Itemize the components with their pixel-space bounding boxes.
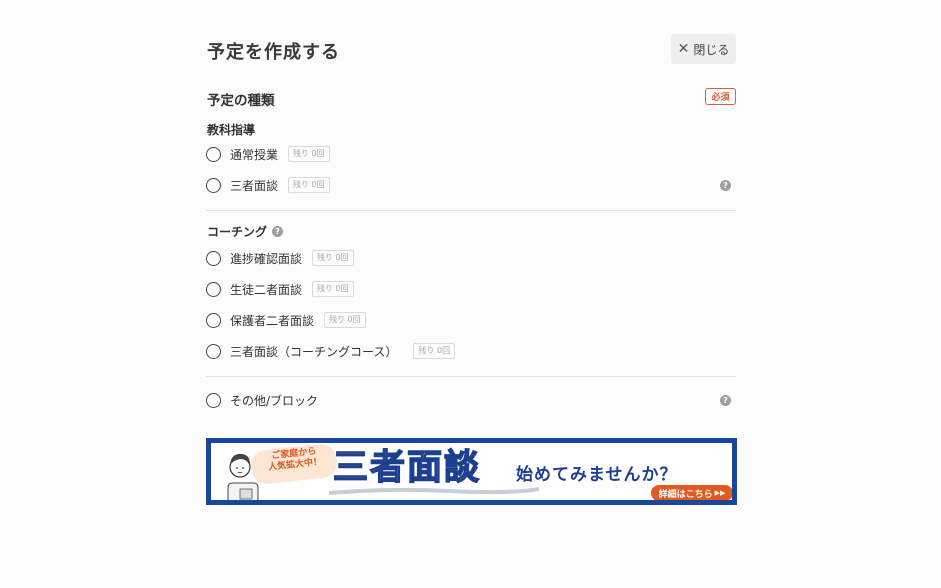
option-label: 通常授業 <box>230 147 279 162</box>
remaining-badge: 残り 0回 <box>324 312 366 328</box>
required-badge: 必須 <box>705 88 736 105</box>
divider <box>206 210 736 211</box>
schedule-type-title: 予定の種類 <box>207 93 275 109</box>
remaining-badge: 残り 0回 <box>312 250 354 266</box>
remaining-badge: 残り 0回 <box>288 177 330 193</box>
radio-button[interactable] <box>206 392 221 408</box>
banner-headline: 三者面談 <box>332 447 482 488</box>
close-button-label: 閉じる <box>693 42 730 57</box>
radio-button[interactable] <box>206 177 221 193</box>
divider <box>206 376 736 377</box>
remaining-badge: 残り 0回 <box>288 146 330 162</box>
radio-button[interactable] <box>206 343 221 359</box>
option-label: 保護者二者面談 <box>230 313 315 328</box>
option-regular-class[interactable]: 通常授業 残り 0回 <box>206 144 330 164</box>
group-title-label: 教科指導 <box>207 123 256 137</box>
page-title: 予定を作成する <box>207 42 340 63</box>
radio-button[interactable] <box>206 312 221 328</box>
option-student-meeting[interactable]: 生徒二者面談 残り 0回 <box>206 279 354 299</box>
three-party-meeting-banner[interactable]: ご家庭から 人気拡大中！ 三者面談 始めてみませんか？ 詳細はこちら ▶▶ <box>206 438 737 505</box>
banner-subline: 始めてみませんか？ <box>516 465 678 485</box>
option-progress-meeting[interactable]: 進捗確認面談 残り 0回 <box>206 248 354 268</box>
close-icon: ✕ <box>677 41 690 57</box>
play-arrow-icon: ▶▶ <box>714 489 726 497</box>
create-schedule-modal: 予定を作成する ✕ 閉じる 予定の種類 必須 教科指導 通常授業 残り 0回 三… <box>0 0 941 588</box>
banner-cta-button[interactable]: 詳細はこちら ▶▶ <box>651 485 732 500</box>
help-icon[interactable]: ? <box>720 395 731 406</box>
cta-label: 詳細はこちら <box>658 489 713 500</box>
radio-button[interactable] <box>206 146 221 162</box>
banner-content: ご家庭から 人気拡大中！ 三者面談 始めてみませんか？ 詳細はこちら ▶▶ <box>211 443 732 500</box>
group-title-label: コーチング <box>207 225 268 239</box>
close-button[interactable]: ✕ 閉じる <box>671 34 736 64</box>
option-other-block[interactable]: その他/ブロック <box>206 390 318 410</box>
help-icon[interactable]: ? <box>272 226 284 237</box>
option-three-party-coaching[interactable]: 三者面談（コーチングコース） 残り 0回 <box>206 341 456 361</box>
option-label: 生徒二者面談 <box>230 282 303 297</box>
option-label: 三者面談 <box>230 178 279 193</box>
option-guardian-meeting[interactable]: 保護者二者面談 残り 0回 <box>206 310 366 330</box>
option-label: 進捗確認面談 <box>230 251 303 266</box>
option-label: 三者面談（コーチングコース） <box>230 344 398 359</box>
option-label: その他/ブロック <box>230 393 319 408</box>
group-title-coaching: コーチング ? <box>207 223 284 240</box>
radio-button[interactable] <box>206 281 221 297</box>
radio-button[interactable] <box>206 250 221 266</box>
option-three-party-meeting[interactable]: 三者面談 残り 0回 <box>206 175 330 195</box>
help-icon[interactable]: ? <box>720 180 731 191</box>
remaining-badge: 残り 0回 <box>312 281 354 297</box>
group-title-subject-teaching: 教科指導 <box>207 121 255 138</box>
remaining-badge: 残り 0回 <box>413 343 456 359</box>
